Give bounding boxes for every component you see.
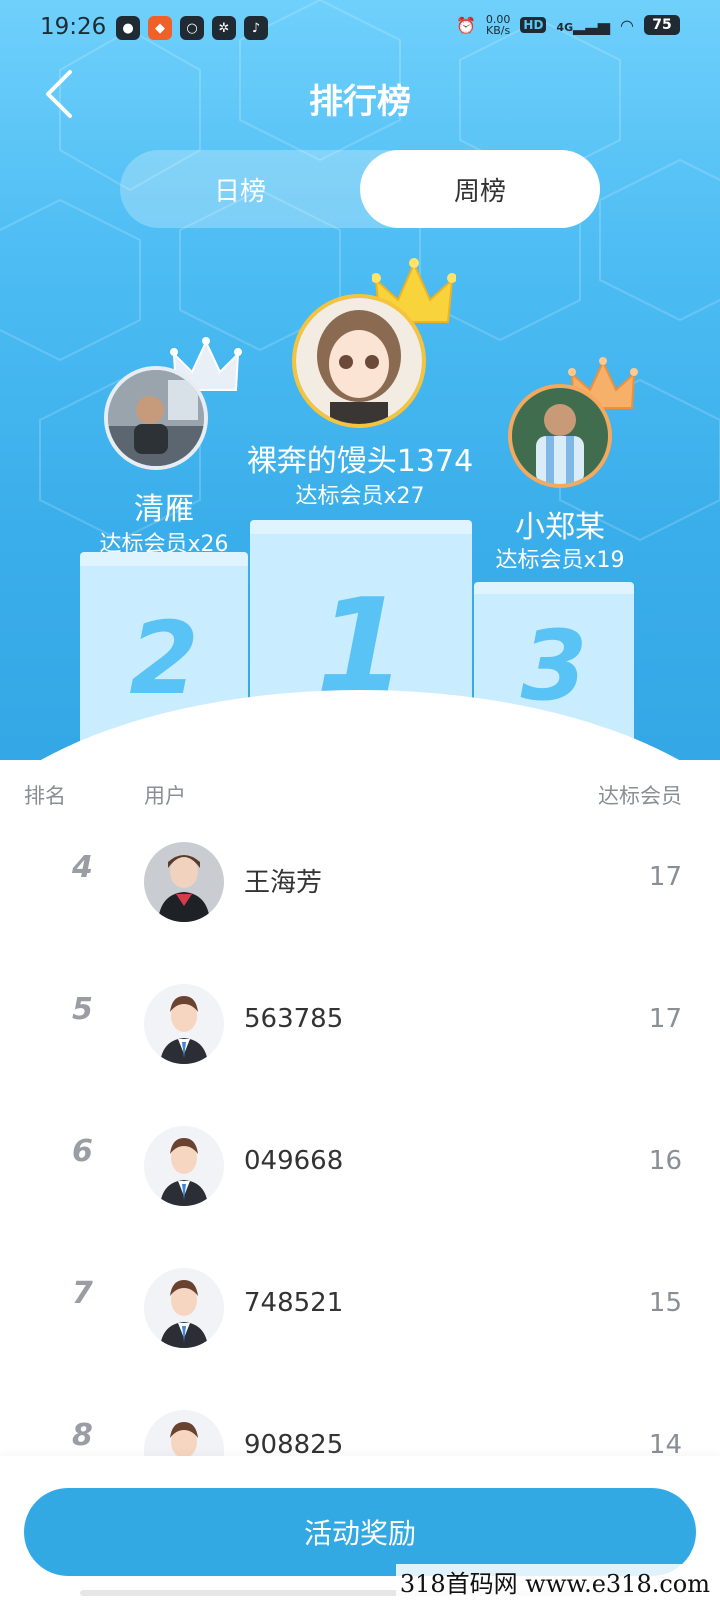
row-name: 908825 — [244, 1430, 344, 1458]
cellular-signal-icon: 4G▂▃▅ — [556, 15, 611, 35]
row-name: 748521 — [244, 1288, 344, 1318]
header-rank: 排名 — [24, 784, 66, 808]
app-notification-icon: ♪ — [244, 16, 268, 40]
list-item[interactable]: 5 563785 17 — [0, 960, 720, 1104]
list-item[interactable]: 6 049668 16 — [0, 1102, 720, 1246]
rank-1-subtitle: 达标会员x27 — [295, 484, 425, 509]
user-photo-icon — [512, 388, 608, 484]
activity-reward-button[interactable]: 活动奖励 — [24, 1488, 696, 1576]
user-photo-icon — [144, 842, 224, 922]
default-user-icon — [144, 1268, 224, 1348]
tab-weekly[interactable]: 周榜 — [360, 150, 600, 228]
avatar — [144, 842, 224, 922]
avatar — [144, 1126, 224, 1206]
row-count: 17 — [648, 862, 682, 892]
row-rank: 8 — [72, 1418, 93, 1453]
user-photo-icon — [108, 370, 204, 466]
header-count: 达标会员 — [598, 784, 682, 808]
alarm-icon: ⏰ — [455, 15, 476, 35]
row-rank: 5 — [72, 992, 93, 1027]
tab-daily[interactable]: 日榜 — [120, 150, 360, 228]
app-notification-icon: ● — [116, 16, 140, 40]
status-indicators: ⏰ 0.00 KB/s HD 4G▂▃▅ ◠ 75 — [456, 14, 680, 36]
default-user-icon — [144, 1126, 224, 1206]
header-user: 用户 — [144, 784, 186, 808]
period-tabs: 日榜 周榜 — [120, 150, 600, 228]
status-app-icons: ● ◆ ○ ✲ ♪ — [116, 16, 268, 40]
row-rank: 4 — [72, 850, 93, 885]
rank-3-subtitle: 达标会员x19 — [495, 548, 625, 573]
avatar-rank-2[interactable] — [104, 366, 208, 470]
list-item[interactable]: 4 王海芳 17 — [0, 818, 720, 962]
avatar-rank-1[interactable] — [292, 294, 426, 428]
row-name: 王海芳 — [244, 868, 323, 898]
site-watermark: 318首码网 www.e318.com — [395, 1564, 714, 1599]
wifi-icon: ◠ — [620, 15, 634, 35]
row-rank: 7 — [72, 1276, 93, 1311]
list-item[interactable]: 7 748521 15 — [0, 1244, 720, 1388]
battery-icon: 75 — [644, 15, 680, 35]
default-user-icon — [144, 984, 224, 1064]
hd-badge: HD — [520, 17, 547, 33]
network-speed-unit: KB/s — [486, 24, 511, 37]
row-name: 049668 — [244, 1146, 344, 1176]
list-item[interactable]: 8 908825 14 — [0, 1386, 720, 1458]
leaderboard-hero: 19:26 ● ◆ ○ ✲ ♪ ⏰ 0.00 KB/s HD 4G▂▃▅ ◠ 7… — [0, 0, 720, 760]
avatar — [144, 1410, 224, 1458]
ranking-list-header: 排名 用户 达标会员 — [0, 780, 720, 816]
page-title: 排行榜 — [309, 82, 411, 122]
app-notification-icon: ◆ — [148, 16, 172, 40]
network-type: 4G — [556, 20, 574, 34]
row-count: 17 — [648, 1004, 682, 1034]
default-user-icon — [144, 1410, 224, 1458]
ranking-list[interactable]: 4 王海芳 17 5 563785 17 6 049668 16 7 74852… — [0, 818, 720, 1458]
row-name: 563785 — [244, 1004, 344, 1034]
app-notification-icon: ✲ — [212, 16, 236, 40]
row-count: 15 — [648, 1288, 682, 1318]
rank-3-name: 小郑某 — [515, 510, 605, 545]
app-notification-icon: ○ — [180, 16, 204, 40]
row-count: 14 — [648, 1430, 682, 1458]
status-bar: 19:26 ● ◆ ○ ✲ ♪ ⏰ 0.00 KB/s HD 4G▂▃▅ ◠ 7… — [0, 0, 720, 56]
avatar — [144, 1268, 224, 1348]
row-count: 16 — [648, 1146, 682, 1176]
network-speed: 0.00 KB/s — [486, 14, 511, 36]
row-rank: 6 — [72, 1134, 93, 1169]
user-photo-icon — [296, 298, 422, 424]
avatar — [144, 984, 224, 1064]
rank-2-name: 清雁 — [134, 492, 194, 527]
avatar-rank-3[interactable] — [508, 384, 612, 488]
podium-top-2 — [80, 552, 248, 566]
podium-number-2: 2 — [129, 600, 199, 717]
status-time: 19:26 — [40, 14, 107, 40]
rank-1-name: 裸奔的馒头1374 — [246, 444, 474, 479]
